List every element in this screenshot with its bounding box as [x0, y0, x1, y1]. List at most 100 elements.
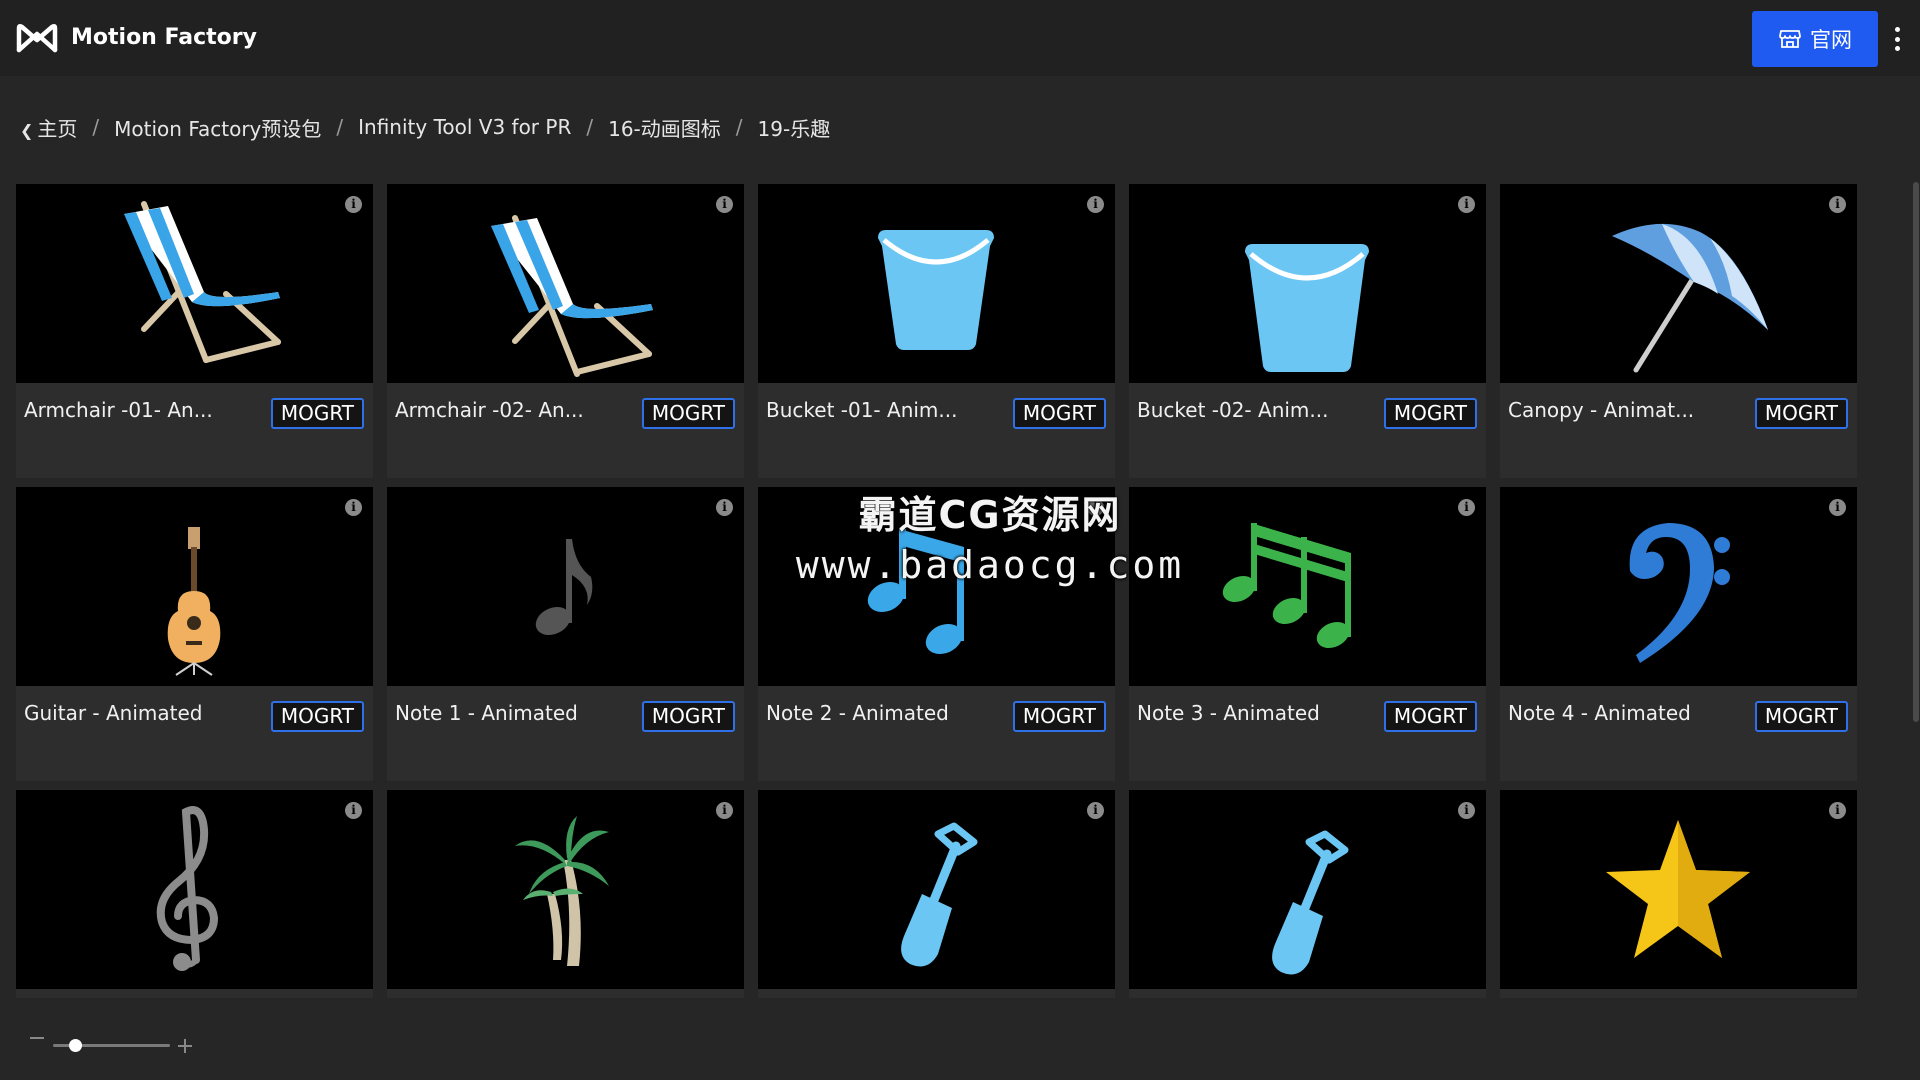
scrollbar-thumb[interactable] [1913, 182, 1919, 722]
mogrt-badge[interactable]: MOGRT [270, 398, 364, 429]
preset-title: Bucket -02- Anim... [1137, 398, 1329, 422]
preset-thumbnail[interactable]: i [1129, 487, 1486, 686]
preset-title: Note 3 - Animated [1137, 701, 1320, 725]
chevron-left-icon: ❮ [20, 120, 34, 140]
preset-thumbnail[interactable]: i [758, 184, 1115, 383]
preset-card[interactable]: i Note 1 - Animated MOGRT [387, 487, 744, 781]
preset-thumbnail[interactable]: i [758, 487, 1115, 686]
info-icon[interactable]: i [345, 802, 362, 819]
preset-thumbnail[interactable]: i [1129, 790, 1486, 989]
preset-card[interactable]: i [1500, 790, 1857, 998]
preset-thumbnail[interactable]: i [1129, 184, 1486, 383]
preset-thumbnail[interactable]: i [16, 487, 373, 686]
info-icon[interactable]: i [345, 499, 362, 516]
preset-grid: i Armchair -01- An... MOGRT i Armchair -… [16, 184, 1858, 998]
store-icon [1779, 30, 1801, 48]
zoom-slider-handle[interactable] [69, 1039, 82, 1052]
info-icon[interactable]: i [1829, 802, 1846, 819]
preset-thumbnail[interactable]: i [387, 184, 744, 383]
info-icon[interactable]: i [716, 196, 733, 213]
beach-chair-icon [124, 201, 281, 363]
breadcrumb: ❮ 主页 / Motion Factory预设包 / Infinity Tool … [20, 112, 830, 142]
preset-card[interactable]: i Bucket -02- Anim... MOGRT [1129, 184, 1486, 478]
shovel-icon [901, 822, 978, 967]
mogrt-badge[interactable]: MOGRT [641, 701, 735, 732]
breadcrumb-separator: / [735, 115, 743, 139]
info-icon[interactable]: i [1087, 499, 1104, 516]
preset-title: Note 4 - Animated [1508, 701, 1691, 725]
preset-card[interactable]: i Armchair -02- An... MOGRT [387, 184, 744, 478]
preset-title: Canopy - Animat... [1508, 398, 1695, 422]
info-icon[interactable]: i [716, 499, 733, 516]
preset-title: Note 1 - Animated [395, 701, 578, 725]
preset-card[interactable]: i Guitar - Animated MOGRT [16, 487, 373, 781]
preset-title: Armchair -02- An... [395, 398, 584, 422]
preset-card[interactable]: i Note 3 - Animated MOGRT [1129, 487, 1486, 781]
bucket-icon [878, 230, 994, 350]
preset-title: Armchair -01- An... [24, 398, 213, 422]
zoom-in-icon[interactable] [178, 1039, 192, 1053]
preset-card[interactable]: i Armchair -01- An... MOGRT [16, 184, 373, 478]
star-icon [1606, 820, 1750, 958]
mogrt-badge[interactable]: MOGRT [1754, 398, 1848, 429]
preset-title: Bucket -01- Anim... [766, 398, 958, 422]
preset-card[interactable]: i Note 2 - Animated MOGRT [758, 487, 1115, 781]
info-icon[interactable]: i [1458, 196, 1475, 213]
preset-thumbnail[interactable]: i [16, 184, 373, 383]
beamed-notes-icon [867, 529, 964, 655]
motion-factory-logo-icon [16, 23, 58, 53]
info-icon[interactable]: i [1087, 802, 1104, 819]
info-icon[interactable]: i [1458, 802, 1475, 819]
mogrt-badge[interactable]: MOGRT [1383, 701, 1477, 732]
preset-thumbnail[interactable]: i [387, 790, 744, 989]
breadcrumb-separator: / [586, 115, 594, 139]
info-icon[interactable]: i [1458, 499, 1475, 516]
mogrt-badge[interactable]: MOGRT [1754, 701, 1848, 732]
official-site-button[interactable]: 官网 [1752, 11, 1878, 67]
bottom-bar [0, 998, 1920, 1080]
preset-thumbnail[interactable]: i [1500, 487, 1857, 686]
more-menu-icon[interactable] [1890, 24, 1904, 54]
preset-card[interactable]: i [387, 790, 744, 998]
preset-thumbnail[interactable]: i [16, 790, 373, 989]
preset-title: Guitar - Animated [24, 701, 203, 725]
breadcrumb-separator: / [92, 115, 100, 139]
mogrt-badge[interactable]: MOGRT [1012, 398, 1106, 429]
mogrt-badge[interactable]: MOGRT [270, 701, 364, 732]
preset-card[interactable]: i [758, 790, 1115, 998]
info-icon[interactable]: i [1829, 196, 1846, 213]
beach-umbrella-icon [1612, 223, 1768, 373]
breadcrumb-item[interactable]: Motion Factory预设包 [114, 113, 321, 142]
treble-clef-icon [156, 806, 219, 971]
breadcrumb-separator: / [336, 115, 344, 139]
preset-card[interactable]: i Note 4 - Animated MOGRT [1500, 487, 1857, 781]
breadcrumb-current[interactable]: 19-乐趣 [758, 113, 831, 142]
info-icon[interactable]: i [716, 802, 733, 819]
info-icon[interactable]: i [1829, 499, 1846, 516]
breadcrumb-item[interactable]: 16-动画图标 [608, 113, 721, 142]
preset-card[interactable]: i Bucket -01- Anim... MOGRT [758, 184, 1115, 478]
beach-chair-icon [491, 215, 653, 377]
zoom-slider[interactable] [53, 1039, 170, 1052]
info-icon[interactable]: i [1087, 196, 1104, 213]
preset-card[interactable]: i [16, 790, 373, 998]
info-icon[interactable]: i [345, 196, 362, 213]
eighth-note-icon [535, 539, 593, 636]
preset-card[interactable]: i [1129, 790, 1486, 998]
mogrt-badge[interactable]: MOGRT [1383, 398, 1477, 429]
zoom-out-icon[interactable] [30, 1037, 44, 1039]
guitar-icon [167, 527, 221, 676]
mogrt-badge[interactable]: MOGRT [641, 398, 735, 429]
preset-card[interactable]: i Canopy - Animat... MOGRT [1500, 184, 1857, 478]
mogrt-badge[interactable]: MOGRT [1012, 701, 1106, 732]
preset-thumbnail[interactable]: i [758, 790, 1115, 989]
bass-clef-icon [1629, 523, 1730, 663]
preset-thumbnail[interactable]: i [1500, 184, 1857, 383]
breadcrumb-home[interactable]: ❮ 主页 [20, 113, 77, 142]
bucket-icon [1245, 244, 1369, 372]
preset-thumbnail[interactable]: i [387, 487, 744, 686]
breadcrumb-item[interactable]: Infinity Tool V3 for PR [358, 115, 571, 139]
triple-notes-icon [1222, 523, 1351, 649]
preset-thumbnail[interactable]: i [1500, 790, 1857, 989]
top-bar: Motion Factory 官网 [0, 0, 1920, 76]
